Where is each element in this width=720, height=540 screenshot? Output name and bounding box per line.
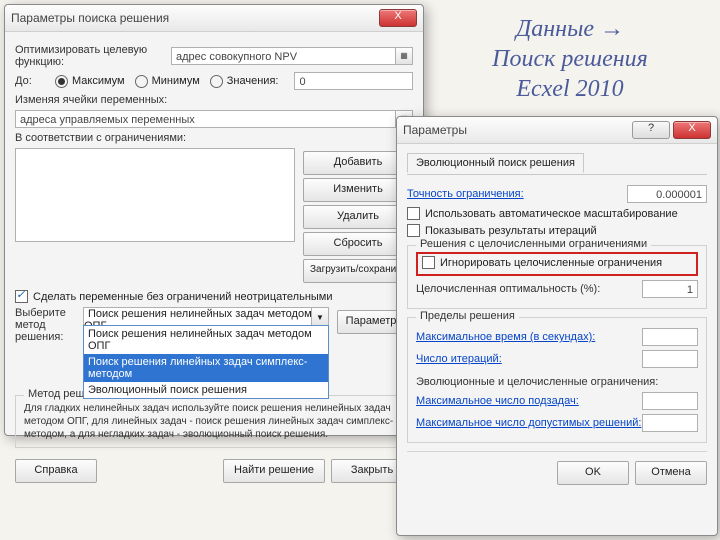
max-feas-label[interactable]: Максимальное число допустимых решений: [416,417,641,429]
changing-vars-label: Изменяя ячейки переменных: [15,94,167,106]
constraints-list[interactable] [15,148,295,242]
solver-dialog: Параметры поиска решения X Оптимизироват… [4,4,424,436]
precision-input[interactable]: 0.000001 [627,185,707,203]
solver-titlebar: Параметры поиска решения X [5,5,423,32]
method-label-b: метод решения: [15,319,83,343]
ignore-int-checkbox[interactable]: Игнорировать целочисленные ограничения [422,256,662,269]
ev-int-label: Эволюционные и целочисленные ограничения… [416,376,658,388]
options-dialog: Параметры ? X Эволюционный поиск решения… [396,116,718,536]
close-button[interactable]: X [379,9,417,27]
close-button[interactable]: X [673,121,711,139]
autoscale-checkbox[interactable]: Использовать автоматическое масштабирова… [407,207,678,220]
method-opt-grg[interactable]: Поиск решения нелинейных задач методом О… [84,326,328,354]
options-title: Параметры [403,123,629,137]
tab-evolutionary[interactable]: Эволюционный поиск решения [407,153,584,173]
radio-min[interactable]: Минимум [135,75,200,88]
to-label: До: [15,75,55,87]
iterations-label[interactable]: Число итераций: [416,353,502,365]
cancel-button[interactable]: Отмена [635,461,707,485]
max-time-label[interactable]: Максимальное время (в секундах): [416,331,595,343]
precision-label[interactable]: Точность ограничения: [407,188,524,200]
iterations-input[interactable] [642,350,698,368]
slide-caption: Данные → Поиск решения Ecxel 2010 [430,14,710,104]
limits-group-title: Пределы решения [416,310,519,322]
show-iter-checkbox[interactable]: Показывать результаты итераций [407,224,597,237]
cap-l3: Ecxel 2010 [430,74,710,104]
help-button[interactable]: Справка [15,459,97,483]
objective-value: адрес совокупного NPV [176,51,297,63]
chevron-down-icon[interactable]: ▼ [311,308,328,326]
objective-input[interactable]: адрес совокупного NPV ▦ [171,47,413,65]
changing-vars-value: адреса управляемых переменных [20,114,195,126]
cap-l1: Данные → [430,14,710,44]
options-titlebar: Параметры ? X [397,117,717,144]
changing-vars-input[interactable]: адреса управляемых переменных ▦ [15,110,413,128]
solve-button[interactable]: Найти решение [223,459,325,483]
method-opt-simplex[interactable]: Поиск решения линейных задач симплекс-ме… [84,354,328,382]
max-sub-label[interactable]: Максимальное число подзадач: [416,395,579,407]
nonneg-checkbox[interactable]: Сделать переменные без ограничений неотр… [15,290,333,303]
method-options: Поиск решения нелинейных задач методом О… [83,325,329,399]
int-opt-input[interactable]: 1 [642,280,698,298]
radio-value[interactable]: Значения: [210,75,279,88]
solver-title: Параметры поиска решения [11,11,376,25]
help-icon[interactable]: ? [632,121,670,139]
objective-label: Оптимизировать целевую функцию: [15,44,171,68]
integer-group-title: Решения с целочисленными ограничениями [416,238,651,250]
max-time-input[interactable] [642,328,698,346]
radio-max[interactable]: Максимум [55,75,125,88]
method-opt-evolution[interactable]: Эволюционный поиск решения [84,382,328,398]
max-feas-input[interactable] [642,414,698,432]
max-sub-input[interactable] [642,392,698,410]
ok-button[interactable]: OK [557,461,629,485]
value-input[interactable]: 0 [294,72,413,90]
int-opt-label: Целочисленная оптимальность (%): [416,283,600,295]
method-dropdown[interactable]: Поиск решения нелинейных задач методом О… [83,307,329,327]
cap-l2: Поиск решения [430,44,710,74]
constraints-label: В соответствии с ограничениями: [15,132,186,144]
refedit-icon[interactable]: ▦ [395,48,412,64]
method-box-text: Для гладких нелинейных задач используйте… [24,402,404,441]
method-label-a: Выберите [15,307,83,319]
